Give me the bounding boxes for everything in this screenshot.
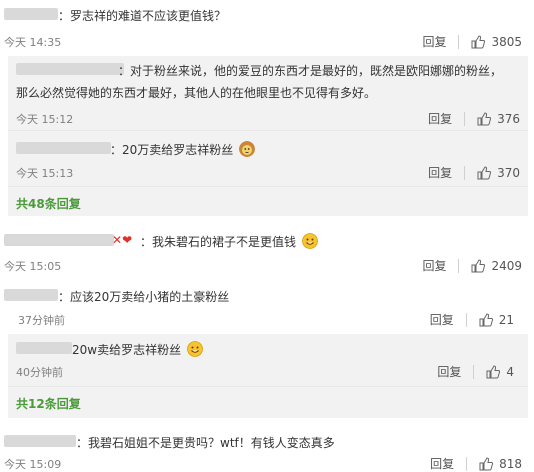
reply-text-content: ：20万卖给罗志祥粉丝	[110, 143, 234, 157]
reply-text: 20w卖给罗志祥粉丝	[72, 341, 203, 358]
smile-emoji-icon	[187, 341, 203, 357]
more-replies-link[interactable]: 共48条回复	[16, 195, 81, 212]
reply-button[interactable]: 回复	[422, 33, 446, 50]
reply-time: 40分钟前	[16, 366, 63, 379]
reply-text: ：20万卖给罗志祥粉丝	[110, 141, 256, 158]
comment-time: 今天 15:09	[4, 458, 62, 471]
reply-button[interactable]: 回复	[422, 257, 446, 274]
smile-emoji-icon	[301, 233, 318, 249]
thumb-up-icon[interactable]	[479, 312, 493, 327]
comment-text-content: ：我朱碧石的裙子不是更值钱	[140, 235, 297, 249]
thumb-up-icon[interactable]	[477, 111, 492, 126]
comment-time: 今天 14:35	[4, 36, 62, 49]
reply-time: 今天 15:12	[16, 113, 74, 126]
reply-button[interactable]: 回复	[428, 164, 452, 181]
blurred-username	[16, 63, 124, 75]
like-count: 2409	[491, 258, 522, 273]
comment-text: ：应该20万卖给小猪的土豪粉丝	[58, 290, 230, 304]
blurred-username	[16, 342, 72, 354]
comment-time: 37分钟前	[18, 314, 65, 327]
like-count: 3805	[491, 34, 522, 49]
thumb-up-icon[interactable]	[486, 364, 501, 379]
reply-button[interactable]: 回复	[430, 311, 454, 328]
comment-actions: 回复 21	[430, 311, 514, 328]
more-replies-link[interactable]: 共12条回复	[16, 395, 81, 412]
comment-actions: 回复 2409	[422, 257, 522, 274]
reply-divider	[8, 130, 528, 131]
blurred-username	[4, 8, 58, 20]
reply-button[interactable]: 回复	[430, 455, 454, 472]
comment-actions: 回复 3805	[422, 33, 522, 50]
like-count: 4	[506, 364, 514, 379]
reply-button[interactable]: 回复	[437, 363, 461, 380]
reply-time: 今天 15:13	[16, 167, 74, 180]
blurred-username	[4, 289, 58, 301]
reply-divider	[8, 386, 528, 387]
reply-divider	[8, 186, 528, 187]
action-separator	[464, 111, 466, 126]
like-count: 21	[498, 312, 514, 327]
blurred-username	[4, 435, 76, 447]
reply-actions: 回复 370	[428, 164, 520, 181]
comment-actions: 回复 818	[430, 455, 522, 472]
like-count: 370	[497, 165, 520, 180]
like-count: 376	[497, 111, 520, 126]
emblem-icon: ✕	[112, 233, 123, 247]
blurred-username	[4, 234, 114, 246]
lion-emoji-icon	[239, 141, 256, 157]
reply-actions: 回复 4	[437, 363, 514, 380]
fire-icon: ❤	[122, 233, 133, 247]
reply-text-line-2: 那么必然觉得她的东西才最好，其他人的在他眼里也不见得有多好。	[16, 86, 377, 100]
comment-text: ：罗志祥的难道不应该更值钱？	[58, 9, 227, 23]
reply-thread: 20w卖给罗志祥粉丝 40分钟前 回复 4 共12条回复	[8, 334, 528, 418]
badge-icons: ✕❤	[112, 233, 132, 247]
comment-text: ：我朱碧石的裙子不是更值钱	[140, 233, 318, 250]
reply-actions: 回复 376	[428, 110, 520, 127]
action-separator	[458, 34, 460, 49]
thumb-up-icon[interactable]	[471, 258, 486, 273]
thumb-up-icon[interactable]	[477, 165, 492, 180]
reply-button[interactable]: 回复	[428, 110, 452, 127]
reply-text-content: 20w卖给罗志祥粉丝	[72, 343, 182, 357]
action-separator	[458, 258, 460, 273]
action-separator	[464, 165, 466, 180]
reply-text-line-1: ：对于粉丝来说，他的爱豆的东西才是最好的，既然是欧阳娜娜的粉丝，	[118, 64, 503, 78]
blurred-username	[16, 142, 111, 154]
action-separator	[466, 456, 468, 471]
comment-time: 今天 15:05	[4, 260, 62, 273]
comment-text: ：我碧石姐姐不是更贵吗？wtf！有钱人变态真多	[76, 436, 335, 450]
thumb-up-icon[interactable]	[479, 456, 494, 471]
thumb-up-icon[interactable]	[471, 34, 486, 49]
action-separator	[473, 364, 475, 379]
like-count: 818	[499, 456, 522, 471]
action-separator	[465, 312, 467, 327]
reply-thread: ：对于粉丝来说，他的爱豆的东西才是最好的，既然是欧阳娜娜的粉丝， 那么必然觉得她…	[8, 56, 528, 216]
